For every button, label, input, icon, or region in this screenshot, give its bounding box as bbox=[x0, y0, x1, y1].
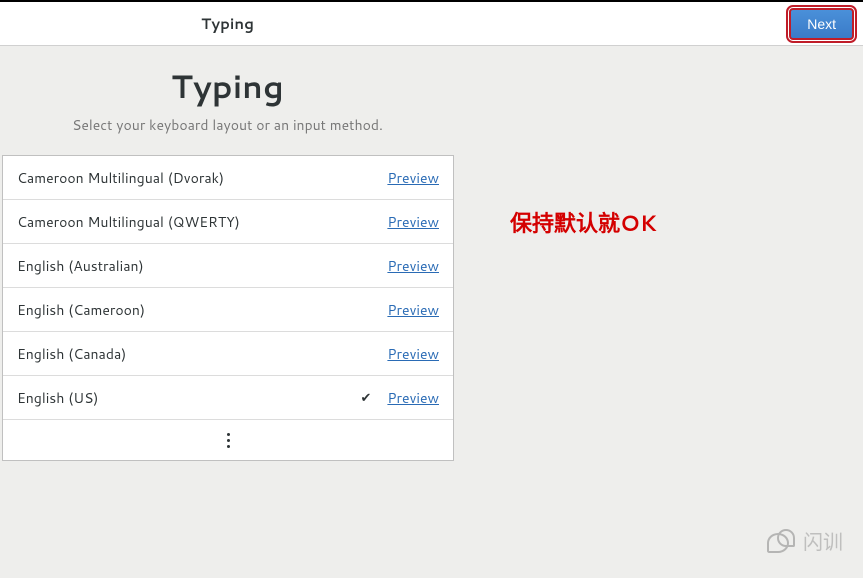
layout-label: English (Cameroon) bbox=[17, 300, 387, 320]
layout-label: Cameroon Multilingual (QWERTY) bbox=[17, 212, 387, 232]
next-button[interactable]: Next bbox=[789, 8, 854, 40]
more-icon bbox=[227, 433, 230, 448]
preview-link[interactable]: Preview bbox=[387, 212, 439, 232]
preview-link[interactable]: Preview bbox=[387, 344, 439, 364]
annotation-text: 保持默认就OK bbox=[510, 206, 657, 239]
layout-row[interactable]: English (Canada) Preview bbox=[3, 332, 453, 376]
layout-label: English (Australian) bbox=[17, 256, 387, 276]
wechat-icon bbox=[767, 529, 795, 553]
more-layouts-button[interactable] bbox=[3, 420, 453, 460]
layout-row[interactable]: Cameroon Multilingual (QWERTY) Preview bbox=[3, 200, 453, 244]
check-icon: ✔ bbox=[361, 389, 372, 407]
preview-link[interactable]: Preview bbox=[387, 256, 439, 276]
watermark-text: 闪训 bbox=[803, 526, 843, 556]
page-title: Typing bbox=[0, 64, 455, 109]
layout-row[interactable]: English (US) ✔ Preview bbox=[3, 376, 453, 420]
layout-label: English (Canada) bbox=[17, 344, 387, 364]
preview-link[interactable]: Preview bbox=[387, 388, 439, 408]
page-subtitle: Select your keyboard layout or an input … bbox=[0, 115, 455, 135]
header-bar: Typing Next bbox=[0, 2, 863, 46]
layout-row[interactable]: English (Australian) Preview bbox=[3, 244, 453, 288]
preview-link[interactable]: Preview bbox=[387, 168, 439, 188]
header-title: Typing bbox=[0, 13, 455, 34]
layout-label: English (US) bbox=[17, 388, 361, 408]
watermark: 闪训 bbox=[767, 526, 843, 556]
preview-link[interactable]: Preview bbox=[387, 300, 439, 320]
layout-label: Cameroon Multilingual (Dvorak) bbox=[17, 168, 387, 188]
layout-row[interactable]: English (Cameroon) Preview bbox=[3, 288, 453, 332]
layout-row[interactable]: Cameroon Multilingual (Dvorak) Preview bbox=[3, 156, 453, 200]
layout-list: Cameroon Multilingual (Dvorak) Preview C… bbox=[2, 155, 454, 461]
